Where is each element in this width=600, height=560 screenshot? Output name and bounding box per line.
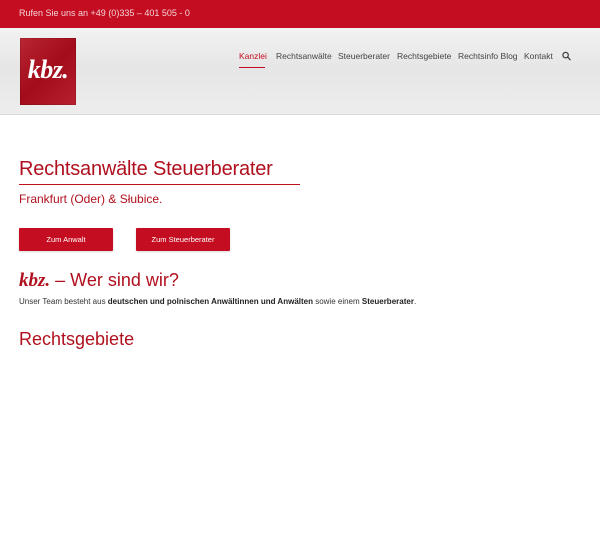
team-text-suffix: . bbox=[413, 297, 417, 306]
zum-anwalt-button[interactable]: Zum Anwalt bbox=[19, 228, 113, 251]
zum-steuerberater-button[interactable]: Zum Steuerberater bbox=[136, 228, 230, 251]
team-text-bold2: Steuerberater bbox=[361, 297, 414, 306]
phone-text: Rufen Sie uns an +49 (0)335 – 401 505 - … bbox=[19, 8, 190, 18]
site-header: kbz. bbox=[0, 28, 600, 115]
kbz-logo[interactable]: kbz. bbox=[20, 38, 76, 105]
rechtsgebiete-heading: Rechtsgebiete bbox=[19, 329, 135, 349]
nav-item-rechtsgebiete[interactable]: Rechtsgebiete bbox=[397, 51, 451, 61]
title-divider bbox=[19, 184, 300, 185]
who-heading: kbz. – Wer sind wir? bbox=[19, 270, 179, 292]
top-bar: Rufen Sie uns an +49 (0)335 – 401 505 - … bbox=[0, 0, 600, 28]
search-icon[interactable] bbox=[562, 51, 571, 61]
team-text-prefix: Unser Team besteht aus bbox=[19, 297, 108, 306]
who-brand: kbz. bbox=[19, 270, 51, 291]
logo-text: kbz. bbox=[27, 55, 69, 84]
nav-item-kontakt[interactable]: Kontakt bbox=[524, 51, 553, 61]
who-heading-text: – Wer sind wir? bbox=[55, 270, 179, 290]
nav-item-rechtsanwaelte[interactable]: Rechtsanwälte bbox=[276, 51, 332, 61]
team-description: Unser Team besteht aus deutschen und pol… bbox=[19, 297, 416, 306]
nav-item-rechtsinfo-blog[interactable]: Rechtsinfo Blog bbox=[458, 51, 518, 61]
nav-item-kanzlei[interactable]: Kanzlei bbox=[239, 51, 267, 61]
nav-item-steuerberater[interactable]: Steuerberater bbox=[338, 51, 390, 61]
page-subtitle: Frankfurt (Oder) & Słubice. bbox=[19, 192, 163, 206]
team-text-middle: sowie einem bbox=[312, 297, 362, 306]
page-title: Rechtsanwälte Steuerberater bbox=[19, 158, 273, 180]
team-text-bold: deutschen und polnischen Anwältinnen und… bbox=[107, 297, 313, 306]
nav-active-underline bbox=[239, 67, 265, 68]
